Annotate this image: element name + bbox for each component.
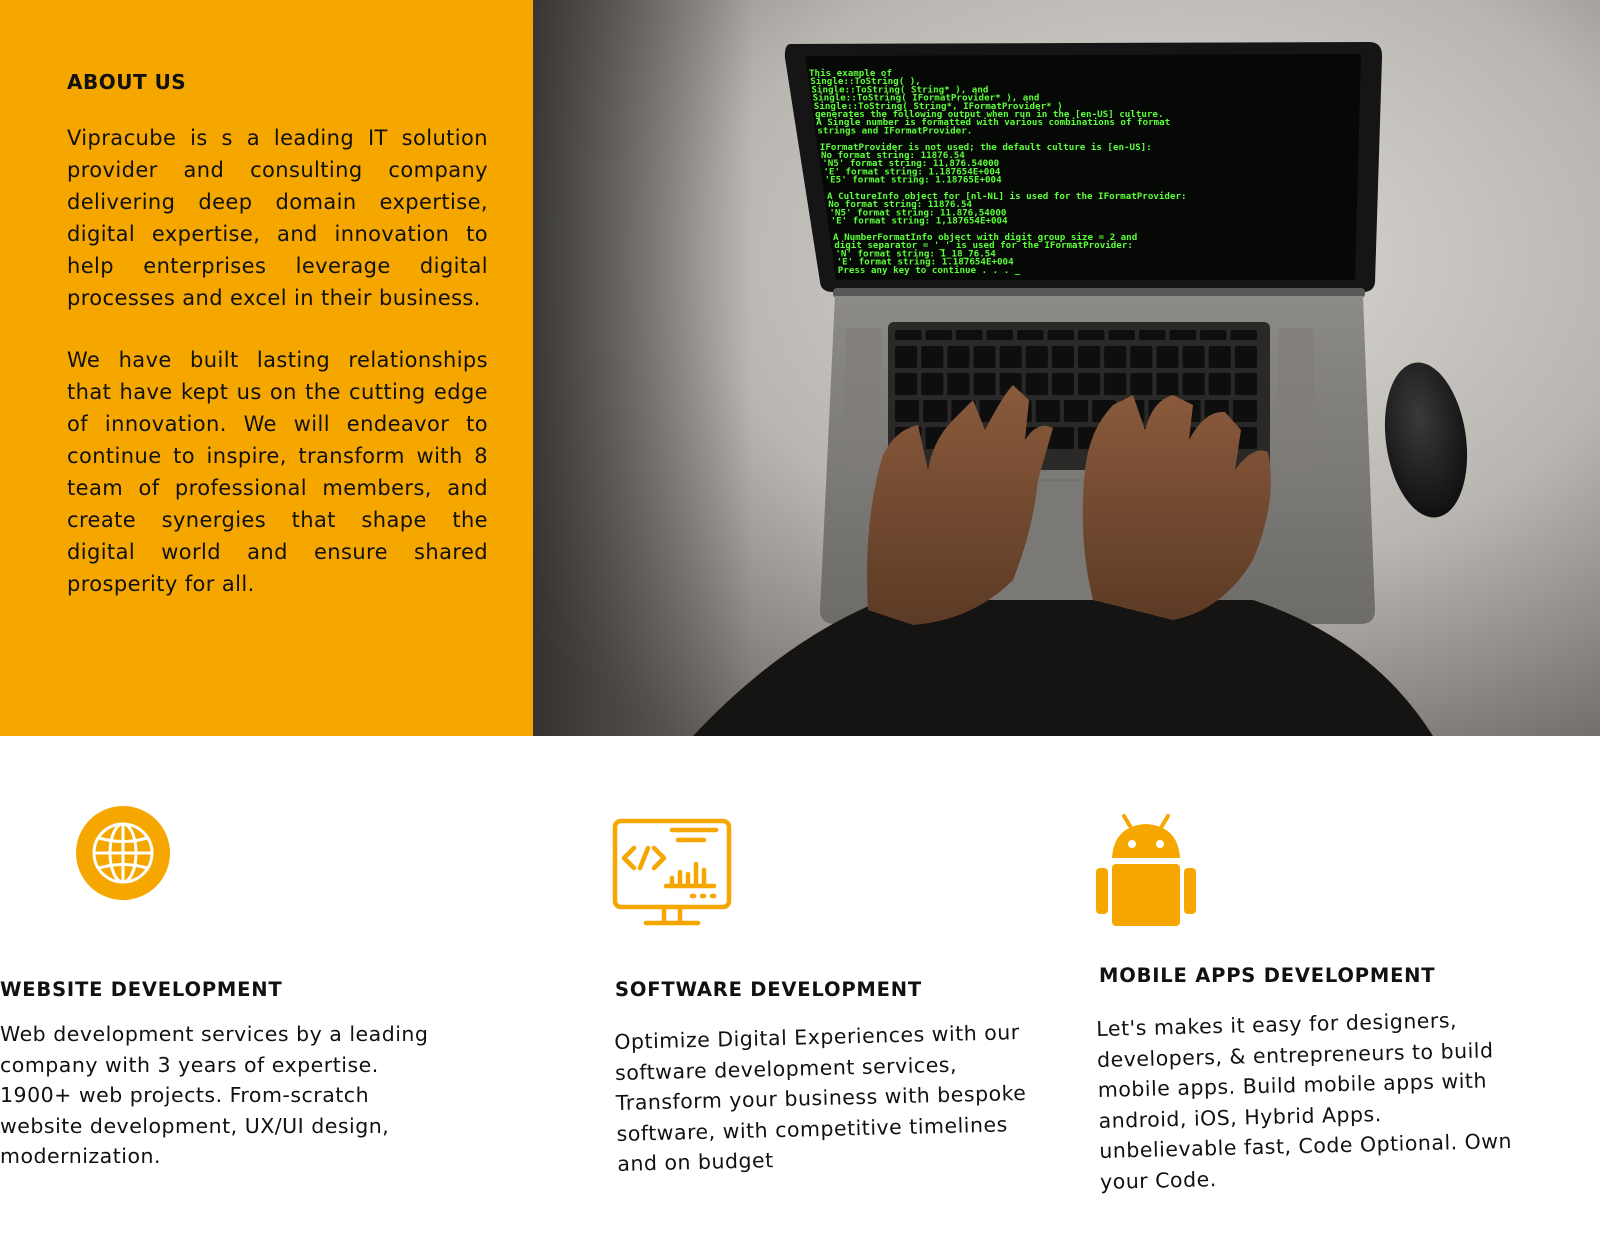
keyboard-key bbox=[1230, 330, 1257, 340]
keyboard-key bbox=[1104, 373, 1127, 395]
keyboard-key bbox=[956, 330, 983, 340]
keyboard-key bbox=[1017, 330, 1044, 340]
globe-icon bbox=[76, 806, 170, 900]
laptop-typing-illustration: This example of Single::ToString( ), Sin… bbox=[533, 0, 1600, 736]
about-panel: ABOUT US Vipracube is s a leading IT sol… bbox=[0, 0, 533, 736]
keyboard-key bbox=[1139, 330, 1166, 340]
about-paragraph-2: We have built lasting relationships that… bbox=[67, 348, 488, 596]
keyboard-key bbox=[1035, 400, 1060, 422]
keyboard-key bbox=[1208, 346, 1231, 368]
service-description: Optimize Digital Experiences with our so… bbox=[614, 1020, 1027, 1176]
keyboard-key bbox=[1182, 373, 1205, 395]
keyboard-key bbox=[895, 346, 918, 368]
keyboard-key bbox=[1025, 373, 1048, 395]
keyboard-key bbox=[925, 330, 952, 340]
keyboard-key bbox=[986, 330, 1013, 340]
keyboard-key bbox=[1200, 330, 1227, 340]
android-icon bbox=[1096, 814, 1196, 926]
service-title: WEBSITE DEVELOPMENT bbox=[0, 978, 283, 1001]
keyboard-key bbox=[1078, 330, 1105, 340]
keyboard-key bbox=[1156, 373, 1179, 395]
keyboard-key bbox=[1130, 373, 1153, 395]
keyboard-key bbox=[895, 373, 918, 395]
keyboard-key bbox=[921, 346, 944, 368]
service-title: SOFTWARE DEVELOPMENT bbox=[615, 978, 922, 1001]
service-description: Web development services by a leading co… bbox=[0, 1022, 429, 1168]
keyboard-key bbox=[999, 346, 1022, 368]
keyboard-key bbox=[895, 400, 920, 422]
keyboard-key bbox=[1234, 346, 1257, 368]
keyboard-key bbox=[1063, 400, 1089, 422]
terminal-line: 'E5' format string: 1.18765E+004 bbox=[825, 175, 1002, 186]
service-title: MOBILE APPS DEVELOPMENT bbox=[1099, 964, 1436, 987]
keyboard-key bbox=[1208, 373, 1231, 395]
about-title: ABOUT US bbox=[67, 70, 187, 94]
keyboard-key bbox=[1051, 373, 1074, 395]
keyboard-key bbox=[1051, 346, 1074, 368]
keyboard-key bbox=[1169, 330, 1196, 340]
keyboard-key bbox=[1232, 400, 1257, 422]
keyboard-key bbox=[1108, 330, 1135, 340]
keyboard-key bbox=[1234, 373, 1257, 395]
terminal-line: strings and IFormatProvider. bbox=[817, 125, 972, 136]
keyboard-key bbox=[1156, 346, 1179, 368]
keyboard-key bbox=[1025, 346, 1048, 368]
keyboard-key bbox=[947, 373, 970, 395]
keyboard-key bbox=[1047, 330, 1074, 340]
keyboard-key bbox=[1182, 346, 1205, 368]
terminal-line: 'E' format string: 1,187654E+004 bbox=[831, 216, 1008, 227]
code-monitor-icon bbox=[612, 818, 732, 926]
keyboard-key bbox=[973, 346, 996, 368]
keyboard-key bbox=[1130, 346, 1153, 368]
keyboard-key bbox=[895, 330, 922, 340]
service-description: Let's makes it easy for designers, devel… bbox=[1096, 1008, 1513, 1194]
keyboard-key bbox=[923, 400, 948, 422]
keyboard-key bbox=[947, 346, 970, 368]
about-paragraph-1: Vipracube is s a leading IT solution pro… bbox=[67, 126, 488, 310]
keyboard-key bbox=[1078, 373, 1101, 395]
keyboard-key bbox=[973, 373, 996, 395]
keyboard-key bbox=[1104, 346, 1127, 368]
hero-photo: This example of Single::ToString( ), Sin… bbox=[533, 0, 1600, 736]
keyboard-key bbox=[921, 373, 944, 395]
terminal-line: Press any key to continue . . . _ bbox=[838, 265, 1021, 276]
keyboard-key bbox=[1078, 346, 1101, 368]
